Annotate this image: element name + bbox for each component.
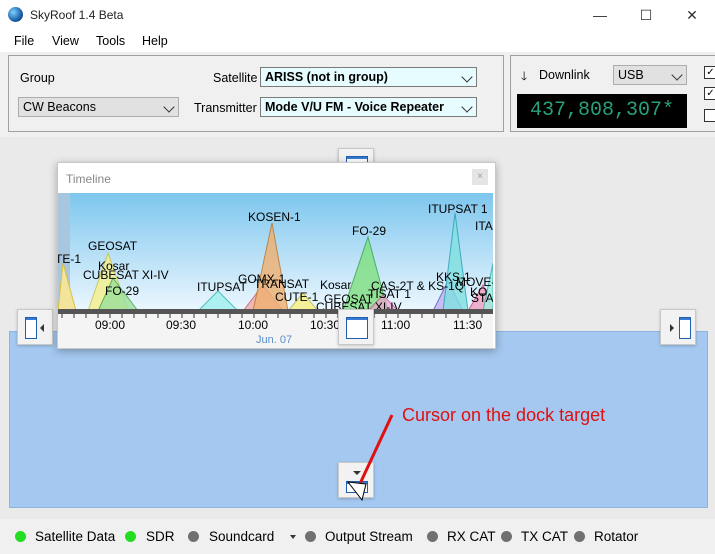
- time-tick-label: 10:00: [238, 318, 268, 332]
- minimize-button[interactable]: —: [577, 0, 623, 30]
- chevron-down-icon: [671, 69, 683, 81]
- status-label[interactable]: Rotator: [594, 529, 638, 544]
- transmitter-select[interactable]: Mode V/U FM - Voice Repeater: [260, 97, 477, 117]
- sat-label: GEOSAT: [88, 239, 138, 253]
- app-globe-icon: [8, 7, 23, 22]
- sat-label: FO-29: [105, 284, 139, 298]
- option-checkbox-3[interactable]: [704, 109, 715, 122]
- timeline-window[interactable]: Timeline × TE-1 GEOSAT Kosar CUBESAT XI-…: [57, 162, 496, 349]
- status-indicator-dot: [501, 531, 512, 542]
- status-indicator-dot: [15, 531, 26, 542]
- sat-label: ITUPSAT: [197, 280, 247, 294]
- timeline-chart: TE-1 GEOSAT Kosar CUBESAT XI-IV FO-29 KO…: [58, 193, 493, 348]
- status-label[interactable]: Soundcard: [209, 529, 274, 544]
- group-select-value: CW Beacons: [23, 100, 96, 114]
- sat-label: KOSEN-1: [248, 210, 301, 224]
- arrow-left-icon: [40, 324, 44, 332]
- time-tick-label: 09:00: [95, 318, 125, 332]
- status-label[interactable]: Output Stream: [325, 529, 413, 544]
- status-label[interactable]: Satellite Data: [35, 529, 115, 544]
- dock-center-target[interactable]: [338, 309, 374, 345]
- sat-label: STA: [471, 291, 493, 305]
- window-icon: [679, 317, 691, 339]
- annotation-text: Cursor on the dock target: [402, 405, 606, 425]
- sat-label: ITA: [475, 219, 493, 233]
- arrow-right-icon: [670, 324, 674, 332]
- close-button[interactable]: ✕: [669, 0, 715, 30]
- sat-label: TISAT 1: [368, 287, 411, 301]
- satellite-select[interactable]: ARISS (not in group): [260, 67, 477, 87]
- window-title: SkyRoof 1.4 Beta: [30, 8, 124, 22]
- sat-label: ITUPSAT 1: [428, 202, 488, 216]
- timeline-close-button[interactable]: ×: [472, 169, 488, 185]
- mode-select-value: USB: [618, 68, 644, 82]
- downlink-frequency-display: 437,808,307*: [517, 94, 687, 128]
- soundcard-dropdown-icon[interactable]: [290, 535, 296, 539]
- mouse-cursor-icon: [346, 481, 367, 502]
- window-icon: [25, 317, 37, 339]
- chevron-down-icon: [163, 101, 175, 113]
- option-checkbox-2[interactable]: ✓: [704, 87, 715, 100]
- status-indicator-dot: [574, 531, 585, 542]
- satellite-select-value: ARISS (not in group): [265, 70, 388, 84]
- menu-file[interactable]: File: [14, 34, 34, 48]
- timeline-title: Timeline: [66, 172, 111, 186]
- transmitter-label: Transmitter: [194, 101, 257, 115]
- dock-left-target[interactable]: [17, 309, 53, 345]
- transmitter-select-value: Mode V/U FM - Voice Repeater: [265, 100, 444, 114]
- sat-label: TE-1: [58, 252, 81, 266]
- sat-label: TRANSAT: [254, 277, 310, 291]
- mode-select[interactable]: USB: [613, 65, 687, 85]
- group-label: Group: [20, 71, 55, 85]
- timeline-date: Jun. 07: [256, 334, 292, 346]
- status-indicator-dot: [188, 531, 199, 542]
- time-tick-label: 11:30: [453, 318, 482, 332]
- option-checkbox-1[interactable]: ✓: [704, 66, 715, 79]
- time-tick-label: 10:30: [310, 318, 340, 332]
- status-indicator-dot: [305, 531, 316, 542]
- annotation-arrow: [346, 414, 394, 502]
- sat-label: Kosar: [320, 278, 351, 292]
- timeline-axis: [58, 309, 493, 314]
- chevron-down-icon: [461, 101, 473, 113]
- menu-help[interactable]: Help: [142, 34, 168, 48]
- time-tick-label: 09:30: [166, 318, 196, 332]
- window-icon: [346, 317, 368, 339]
- annotation-arrow-line: [356, 414, 394, 489]
- downlink-arrow-icon: 🡓: [521, 69, 528, 83]
- sat-label: FO-29: [352, 224, 386, 238]
- time-tick-label: 11:00: [381, 318, 410, 332]
- group-select[interactable]: CW Beacons: [18, 97, 179, 117]
- menu-view[interactable]: View: [52, 34, 79, 48]
- chevron-down-icon: [461, 71, 473, 83]
- status-label[interactable]: SDR: [146, 529, 175, 544]
- menu-tools[interactable]: Tools: [96, 34, 125, 48]
- status-label[interactable]: TX CAT: [521, 529, 568, 544]
- sat-label: CUTE-1: [275, 290, 319, 304]
- status-label[interactable]: RX CAT: [447, 529, 496, 544]
- status-indicator-dot: [427, 531, 438, 542]
- status-indicator-dot: [125, 531, 136, 542]
- maximize-button[interactable]: ☐: [623, 0, 669, 30]
- dock-right-target[interactable]: [660, 309, 696, 345]
- downlink-label: Downlink: [539, 68, 590, 82]
- sat-label: CUBESAT XI-IV: [83, 268, 169, 282]
- satellite-label: Satellite: [213, 71, 258, 85]
